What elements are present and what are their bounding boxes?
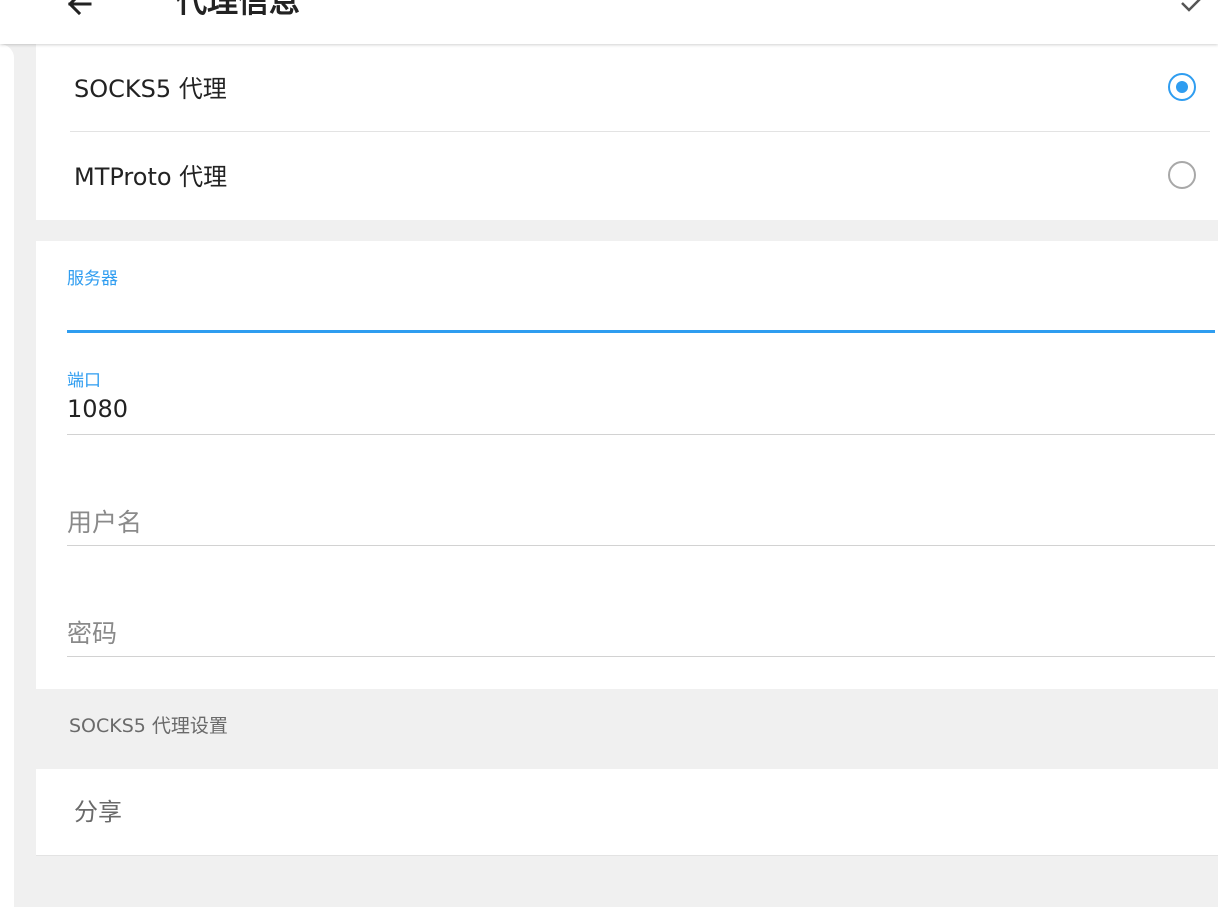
- share-label: 分享: [74, 798, 122, 826]
- page-title: 代理信息: [176, 0, 300, 20]
- radio-unselected-icon[interactable]: [1168, 161, 1196, 189]
- section-footer: SOCKS5 代理设置: [36, 689, 1218, 769]
- divider: [70, 131, 1210, 132]
- server-field-label: 服务器: [67, 269, 118, 289]
- left-panel-edge: [0, 44, 14, 907]
- username-input-underline: [67, 545, 1215, 546]
- proxy-type-label: MTProto 代理: [74, 163, 228, 191]
- password-input-underline: [67, 656, 1215, 657]
- password-input[interactable]: 密码: [67, 614, 117, 650]
- port-input[interactable]: 1080: [67, 395, 128, 423]
- top-app-bar: 代理信息: [0, 0, 1218, 44]
- username-input[interactable]: 用户名: [67, 503, 142, 539]
- left-gutter: [14, 44, 36, 907]
- share-button[interactable]: 分享: [36, 769, 1218, 856]
- arrow-left-icon[interactable]: [62, 0, 98, 22]
- radio-selected-icon[interactable]: [1168, 73, 1196, 101]
- check-icon[interactable]: [1176, 0, 1210, 20]
- proxy-type-label: SOCKS5 代理: [74, 75, 227, 103]
- proxy-type-option-socks5[interactable]: SOCKS5 代理: [36, 46, 1196, 132]
- server-input[interactable]: [67, 290, 1215, 330]
- section-footer-text: SOCKS5 代理设置: [69, 715, 228, 737]
- port-field-label: 端口: [67, 371, 101, 391]
- proxy-type-option-mtproto[interactable]: MTProto 代理: [36, 134, 1196, 220]
- server-input-underline: [67, 330, 1215, 333]
- port-input-underline: [67, 434, 1215, 435]
